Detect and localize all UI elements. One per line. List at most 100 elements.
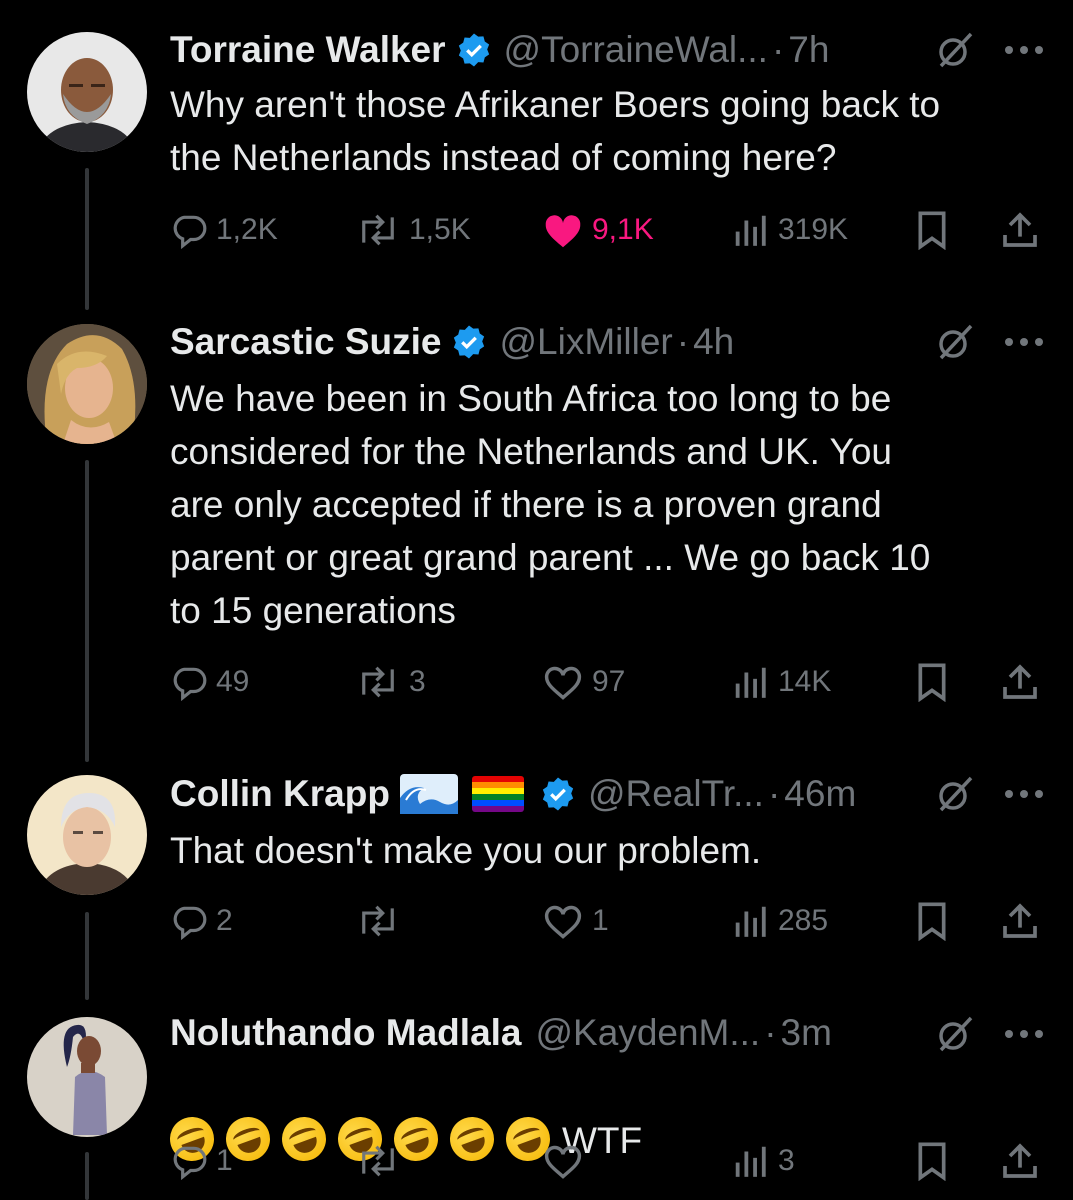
like-button[interactable]: 9,1K bbox=[542, 205, 654, 255]
more-icon[interactable] bbox=[1003, 1028, 1045, 1040]
retweet-icon bbox=[362, 905, 394, 937]
tweet[interactable]: Torraine Walker @TorraineWal... · 7h Why… bbox=[0, 0, 1073, 300]
reply-button[interactable]: 2 bbox=[170, 896, 233, 946]
display-name[interactable]: Noluthando Madlala bbox=[170, 1012, 522, 1054]
user-handle[interactable]: @LixMiller bbox=[499, 321, 672, 363]
reply-icon bbox=[173, 215, 207, 249]
action-bar: 49 3 97 14K bbox=[170, 657, 1050, 707]
reply-button[interactable]: 49 bbox=[170, 657, 249, 707]
timestamp[interactable]: 4h bbox=[693, 321, 734, 363]
like-count: 9,1K bbox=[592, 213, 654, 246]
verified-badge-icon bbox=[454, 325, 485, 359]
retweet-count: 3 bbox=[409, 665, 426, 698]
reply-button[interactable]: 1,2K bbox=[170, 205, 278, 255]
views-icon bbox=[735, 906, 766, 937]
reply-icon bbox=[173, 1146, 207, 1180]
tweet-text: We have been in South Africa too long to… bbox=[170, 378, 931, 631]
rainbow-flag-icon bbox=[471, 776, 524, 812]
tweet-header: Noluthando Madlala @KaydenM... · 3m bbox=[170, 1008, 832, 1058]
retweet-count: 1,5K bbox=[409, 213, 471, 246]
retweet-button[interactable] bbox=[355, 1136, 409, 1186]
views-count: 319K bbox=[778, 213, 849, 246]
views-button[interactable]: 319K bbox=[730, 205, 848, 255]
share-button[interactable] bbox=[1000, 657, 1040, 707]
grok-icon[interactable] bbox=[933, 772, 977, 816]
separator-dot: · bbox=[764, 1012, 777, 1053]
bookmark-button[interactable] bbox=[915, 896, 949, 946]
verified-badge-icon bbox=[542, 777, 574, 811]
tweet-header: Torraine Walker @TorraineWal... · 7h bbox=[170, 25, 829, 75]
more-icon[interactable] bbox=[1003, 788, 1045, 800]
bookmark-icon bbox=[918, 1142, 946, 1181]
views-icon bbox=[735, 667, 766, 698]
more-icon[interactable] bbox=[1003, 336, 1045, 348]
views-icon bbox=[735, 215, 766, 246]
like-icon bbox=[544, 905, 582, 939]
user-handle[interactable]: @RealTr... bbox=[588, 773, 764, 815]
retweet-button[interactable]: 1,5K bbox=[355, 205, 471, 255]
action-bar: 1,2K 1,5K 9,1K 319K bbox=[170, 205, 1050, 255]
like-button[interactable]: 97 bbox=[542, 657, 625, 707]
display-name[interactable]: Collin Krapp bbox=[170, 773, 390, 815]
retweet-icon bbox=[362, 214, 394, 246]
user-handle[interactable]: @KaydenM... bbox=[536, 1012, 761, 1054]
bookmark-icon bbox=[918, 902, 946, 941]
user-handle[interactable]: @TorraineWal... bbox=[504, 29, 768, 71]
reply-count: 1,2K bbox=[216, 213, 278, 246]
like-count: 1 bbox=[592, 904, 609, 937]
reply-count: 1 bbox=[216, 1144, 233, 1177]
share-icon bbox=[1003, 903, 1037, 938]
reply-button[interactable]: 1 bbox=[170, 1136, 233, 1186]
views-count: 3 bbox=[778, 1144, 795, 1177]
bookmark-icon bbox=[918, 211, 946, 250]
views-button[interactable]: 285 bbox=[730, 896, 828, 946]
share-button[interactable] bbox=[1000, 896, 1040, 946]
views-button[interactable]: 3 bbox=[730, 1136, 795, 1186]
separator-dot: · bbox=[767, 773, 781, 814]
views-icon bbox=[735, 1146, 766, 1177]
like-icon bbox=[544, 1145, 582, 1179]
avatar[interactable] bbox=[27, 32, 147, 152]
tweet-header: Collin Krapp @RealTr... · 46m bbox=[170, 769, 856, 819]
reply-count: 49 bbox=[216, 665, 250, 698]
display-name[interactable]: Sarcastic Suzie bbox=[170, 321, 441, 363]
grok-icon[interactable] bbox=[933, 28, 977, 72]
like-icon bbox=[545, 215, 581, 248]
bookmark-icon bbox=[918, 663, 946, 702]
like-count: 97 bbox=[592, 665, 626, 698]
timestamp[interactable]: 3m bbox=[781, 1012, 832, 1054]
grok-icon[interactable] bbox=[933, 320, 977, 364]
separator-dot: · bbox=[771, 29, 785, 70]
avatar[interactable] bbox=[27, 1017, 147, 1137]
retweet-button[interactable]: 3 bbox=[355, 657, 426, 707]
bookmark-button[interactable] bbox=[915, 1136, 949, 1186]
tweet-text: That doesn't make you our problem. bbox=[170, 830, 762, 871]
avatar[interactable] bbox=[27, 324, 147, 444]
verified-badge-icon bbox=[458, 33, 489, 67]
reply-icon bbox=[173, 906, 207, 940]
tweet[interactable]: Noluthando Madlala @KaydenM... · 3m WTF … bbox=[0, 995, 1073, 1200]
bookmark-button[interactable] bbox=[915, 657, 949, 707]
timestamp[interactable]: 46m bbox=[784, 773, 856, 815]
reply-icon bbox=[173, 667, 207, 701]
like-button[interactable]: 1 bbox=[542, 896, 609, 946]
like-button[interactable] bbox=[542, 1136, 592, 1186]
tweet-header: Sarcastic Suzie @LixMiller · 4h bbox=[170, 317, 734, 367]
grok-icon[interactable] bbox=[933, 1012, 977, 1056]
share-button[interactable] bbox=[1000, 1136, 1040, 1186]
share-icon bbox=[1003, 1143, 1037, 1178]
share-icon bbox=[1003, 664, 1037, 699]
display-name[interactable]: Torraine Walker bbox=[170, 29, 446, 71]
wave-emoji-icon bbox=[399, 774, 458, 814]
more-icon[interactable] bbox=[1003, 44, 1045, 56]
retweet-button[interactable] bbox=[355, 896, 409, 946]
bookmark-button[interactable] bbox=[915, 205, 949, 255]
share-button[interactable] bbox=[1000, 205, 1040, 255]
tweet[interactable]: Sarcastic Suzie @LixMiller · 4h We have … bbox=[0, 300, 1073, 755]
action-bar: 2 1 285 bbox=[170, 896, 1050, 946]
views-button[interactable]: 14K bbox=[730, 657, 831, 707]
timestamp[interactable]: 7h bbox=[788, 29, 829, 71]
tweet[interactable]: Collin Krapp @RealTr... · 46m That doesn… bbox=[0, 755, 1073, 995]
tweet-text: Why aren't those Afrikaner Boers going b… bbox=[170, 84, 941, 178]
avatar[interactable] bbox=[27, 775, 147, 895]
